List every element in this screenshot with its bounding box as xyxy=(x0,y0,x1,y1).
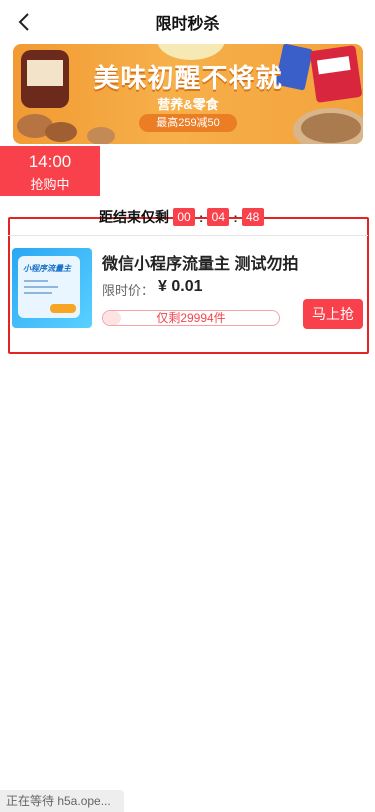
product-image-badge xyxy=(50,304,76,313)
promo-banner[interactable]: 美味初醒不将就 营养&零食 最高259减50 xyxy=(13,44,363,144)
stock-progress-bar: 仅剩29994件 xyxy=(102,310,280,326)
session-status: 抢购中 xyxy=(30,177,70,192)
banner-promo-badge: 最高259减50 xyxy=(139,114,237,132)
back-button[interactable] xyxy=(10,8,38,36)
page-title: 限时秒杀 xyxy=(155,16,220,33)
image-text-line xyxy=(24,280,48,282)
product-price: ¥ 0.01 xyxy=(158,278,203,295)
buy-now-button[interactable]: 马上抢 xyxy=(303,299,363,329)
countdown: 距结束仅剩 00 : 04 : 48 xyxy=(99,206,268,228)
countdown-minutes: 04 xyxy=(207,208,230,226)
countdown-seconds: 48 xyxy=(241,208,264,226)
countdown-label: 距结束仅剩 xyxy=(99,209,169,225)
product-title[interactable]: 微信小程序流量主 测试勿拍 xyxy=(102,250,298,274)
nav-bar: 限时秒杀 xyxy=(0,0,375,44)
stock-remaining-text: 仅剩29994件 xyxy=(156,311,226,325)
price-label: 限时价： xyxy=(102,283,155,298)
countdown-separator: : xyxy=(199,209,204,225)
product-image[interactable]: 小程序流量主 xyxy=(12,248,92,328)
image-text-line xyxy=(24,292,52,294)
countdown-hours: 00 xyxy=(173,208,195,226)
image-text-line xyxy=(24,286,58,288)
banner-subtitle: 营养&零食 xyxy=(157,97,219,112)
session-tab-active[interactable]: 14:00 抢购中 xyxy=(0,146,100,196)
session-time: 14:00 xyxy=(28,152,72,171)
chevron-left-icon xyxy=(18,13,29,31)
divider xyxy=(8,235,368,236)
loading-status-bar: 正在等待 h5a.ope... xyxy=(0,790,124,812)
product-image-caption: 小程序流量主 xyxy=(23,264,71,273)
banner-headline: 美味初醒不将就 xyxy=(93,63,283,93)
product-image-card: 小程序流量主 xyxy=(18,256,80,318)
countdown-separator: : xyxy=(233,209,238,225)
